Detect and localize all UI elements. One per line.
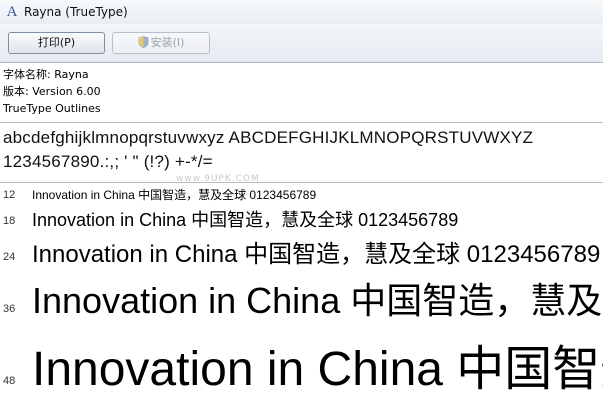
sample-text: Innovation in China 中国智造，慧及全球 0123456789 xyxy=(32,241,601,268)
size-label: 36 xyxy=(3,303,16,315)
size-label: 48 xyxy=(3,375,16,387)
divider xyxy=(0,122,603,123)
size-label: 24 xyxy=(3,251,16,263)
font-info: 字体名称: Rayna 版本: Version 6.00 TrueType Ou… xyxy=(3,66,101,117)
sample-text: Innovation in China 中国智造，慧及全球 0123456789 xyxy=(32,343,603,396)
sample-text: Innovation in China 中国智造，慧及全球 0123456789 xyxy=(32,188,317,202)
install-button[interactable]: 安装(I) xyxy=(112,32,210,54)
toolbar: 打印(P) 安装(I) xyxy=(0,24,603,63)
font-file-icon: A xyxy=(6,4,18,20)
sample-row-48: 48 Innovation in China 中国智造，慧及全球 0123456… xyxy=(0,332,603,420)
install-button-label: 安装(I) xyxy=(150,36,185,49)
sample-row-12: 12 Innovation in China 中国智造，慧及全球 0123456… xyxy=(0,186,603,206)
sample-row-24: 24 Innovation in China 中国智造，慧及全球 0123456… xyxy=(0,236,603,276)
print-button[interactable]: 打印(P) xyxy=(8,32,105,54)
shield-icon xyxy=(138,36,148,48)
size-label: 12 xyxy=(3,189,16,201)
charset-digits-symbols: 1234567890.:,; ' " (!?) +-*/= xyxy=(3,152,213,171)
font-version-text: 版本: Version 6.00 xyxy=(3,85,101,98)
charset-letters: abcdefghijklmnopqrstuvwxyz ABCDEFGHIJKLM… xyxy=(3,128,534,147)
sample-text: Innovation in China 中国智造，慧及全球 0123456789 xyxy=(32,210,459,230)
font-name-text: 字体名称: Rayna xyxy=(3,68,89,81)
title-bar: A Rayna (TrueType) xyxy=(0,0,603,25)
sample-row-36: 36 Innovation in China 中国智造，慧及全球 0123456… xyxy=(0,276,603,332)
sample-text: Innovation in China 中国智造，慧及全球 0123456789 xyxy=(32,280,603,321)
font-outline-text: TrueType Outlines xyxy=(3,102,101,115)
size-label: 18 xyxy=(3,215,16,227)
divider xyxy=(0,182,603,183)
window-title: Rayna (TrueType) xyxy=(24,5,128,19)
sample-row-18: 18 Innovation in China 中国智造，慧及全球 0123456… xyxy=(0,206,603,236)
